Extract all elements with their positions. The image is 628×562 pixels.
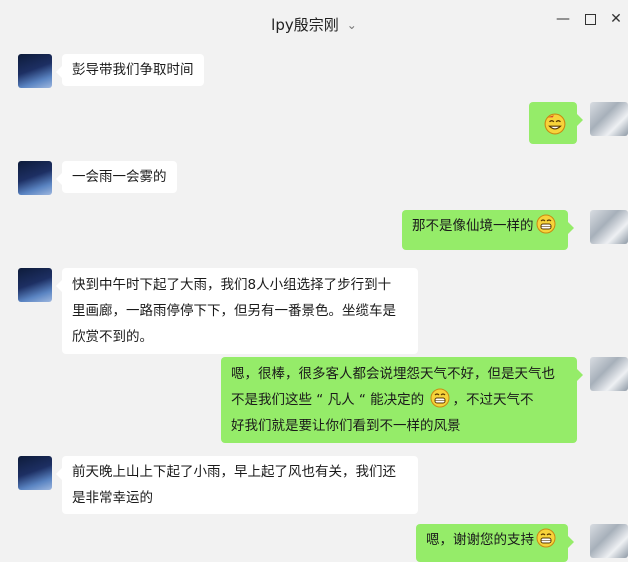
maximize-icon [584, 14, 596, 25]
chevron-down-icon[interactable]: ⌄ [347, 18, 357, 32]
chat-title-text: lpy殷宗刚 [271, 16, 339, 34]
message-text: 彭导带我们争取时间 [72, 62, 194, 78]
chat-title[interactable]: lpy殷宗刚 ⌄ [0, 14, 628, 35]
contact-avatar[interactable] [18, 54, 52, 88]
message-line: 不是我们这些 “ 凡人 “ 能决定的 ，不过天气不 [231, 387, 567, 413]
message-bubble-incoming[interactable]: 一会雨一会雾的 [56, 161, 177, 193]
contact-avatar[interactable] [18, 456, 52, 490]
minimize-button[interactable]: — [556, 12, 570, 26]
message-line: 前天晚上山上下起了小雨，早上起了风也有关，我们还 [72, 464, 396, 480]
contact-avatar[interactable] [18, 268, 52, 302]
self-avatar[interactable] [590, 357, 628, 391]
grinning-face-icon [430, 388, 450, 408]
message-line: 是非常幸运的 [72, 490, 153, 506]
message-bubble-outgoing[interactable]: 嗯，谢谢您的支持 [416, 524, 574, 562]
grinning-face-icon [536, 214, 555, 234]
message-text: 那不是像仙境一样的 [412, 218, 534, 234]
message-line: 欣赏不到的。 [72, 329, 153, 345]
self-avatar[interactable] [590, 102, 628, 136]
message-bubble-outgoing[interactable] [529, 102, 583, 144]
contact-avatar[interactable] [18, 161, 52, 195]
message-bubble-incoming[interactable]: 彭导带我们争取时间 [56, 54, 204, 86]
message-line: 快到中午时下起了大雨，我们8人小组选择了步行到十 [72, 277, 392, 293]
grinning-face-icon [536, 528, 556, 548]
message-bubble-outgoing[interactable]: 那不是像仙境一样的 [402, 210, 573, 250]
self-avatar[interactable] [590, 524, 628, 558]
message-line-part: ，不过天气不 [452, 392, 534, 408]
message-line: 里画廊，一路雨停停下下，但另有一番景色。坐缆车是 [72, 303, 396, 319]
message-line: 嗯，很棒，很多客人都会说埋怨天气不好，但是天气也 [231, 366, 555, 382]
maximize-button[interactable] [583, 12, 597, 26]
message-line-part: 不是我们这些 “ 凡人 “ 能决定的 [231, 392, 425, 408]
smiley-emoji-icon [544, 113, 566, 135]
title-bar: lpy殷宗刚 ⌄ — ✕ [0, 0, 628, 44]
message-bubble-incoming[interactable]: 快到中午时下起了大雨，我们8人小组选择了步行到十 里画廊，一路雨停停下下，但另有… [56, 268, 418, 354]
close-button[interactable]: ✕ [609, 12, 623, 26]
message-line: 好我们就是要让你们看到不一样的风景 [231, 418, 461, 434]
message-text: 一会雨一会雾的 [72, 169, 167, 185]
message-text: 嗯，谢谢您的支持 [426, 532, 534, 548]
message-bubble-incoming[interactable]: 前天晚上山上下起了小雨，早上起了风也有关，我们还 是非常幸运的 [56, 456, 418, 514]
message-bubble-outgoing[interactable]: 嗯，很棒，很多客人都会说埋怨天气不好，但是天气也 不是我们这些 “ 凡人 “ 能… [221, 357, 583, 443]
self-avatar[interactable] [590, 210, 628, 244]
